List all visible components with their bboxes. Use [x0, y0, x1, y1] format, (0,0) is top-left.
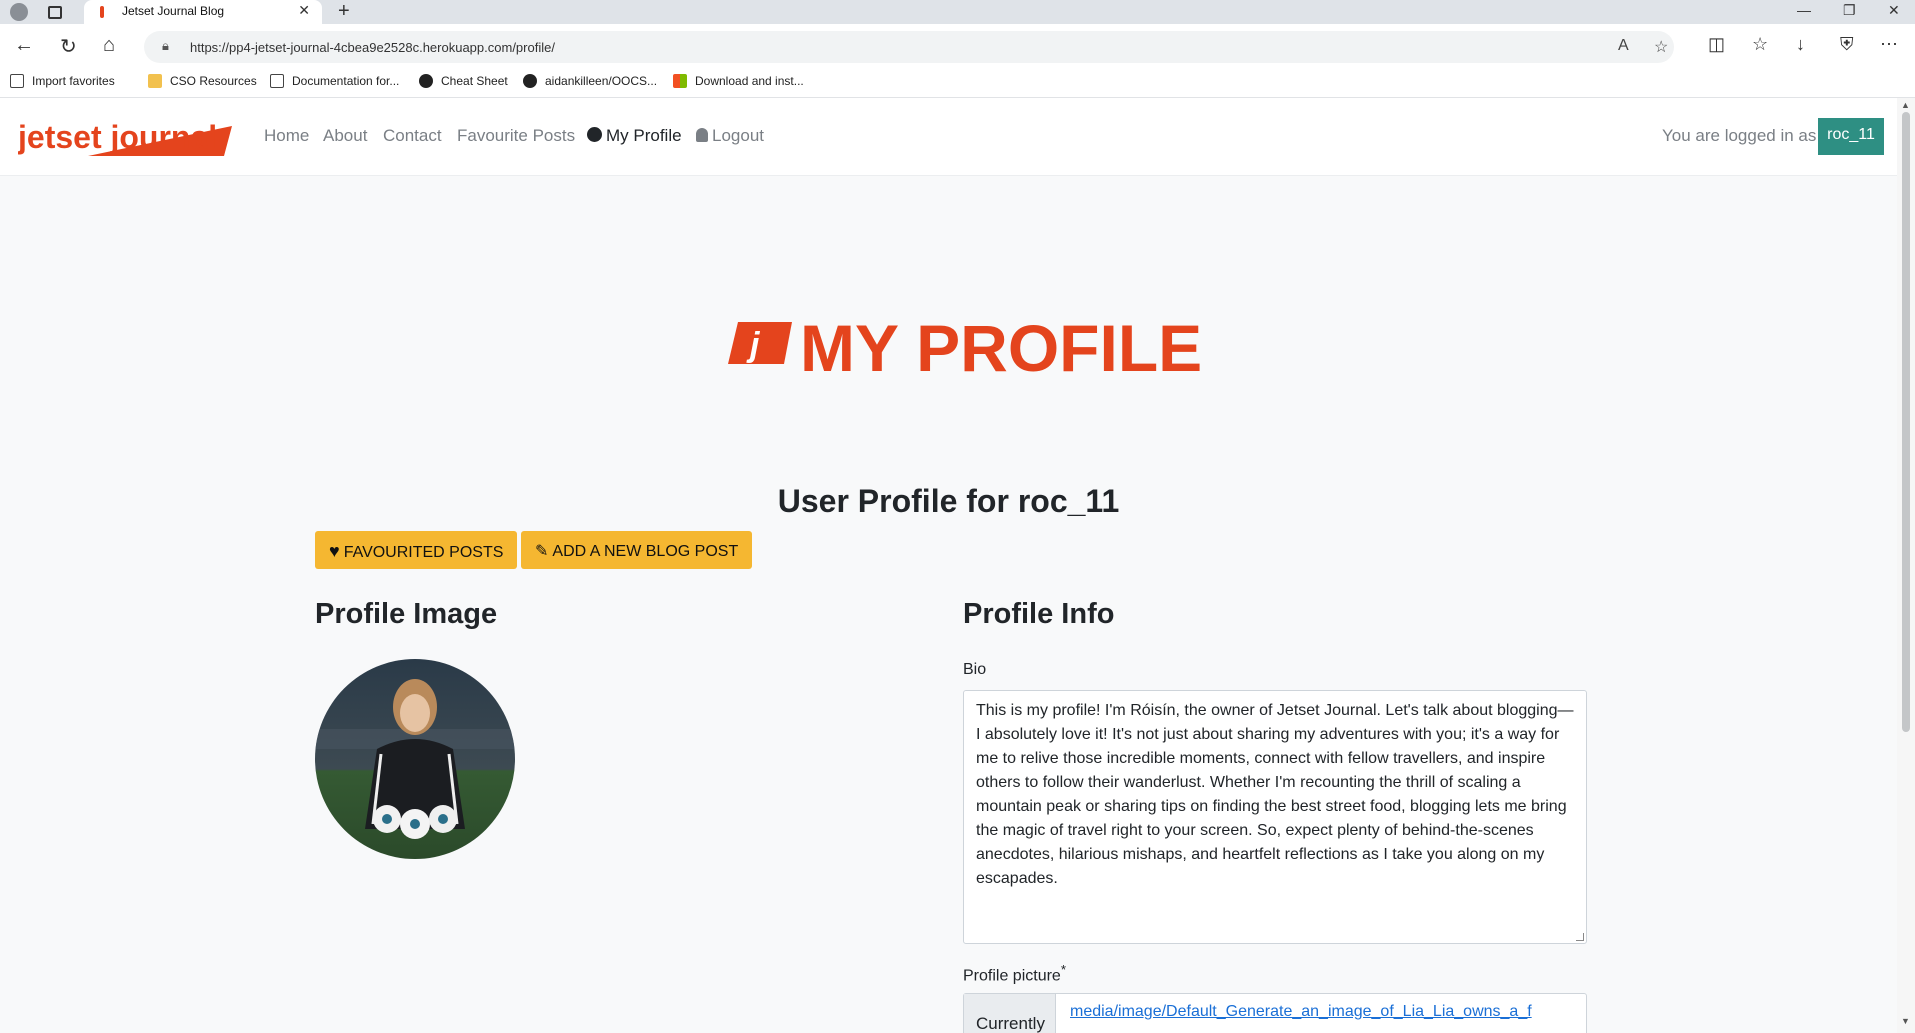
url-text: https://pp4-jetset-journal-4cbea9e2528c.… — [190, 40, 555, 55]
browser-tab-bar: Jetset Journal Blog ✕ + — ❐ ✕ — [0, 0, 1915, 24]
refresh-icon[interactable]: ↻ — [60, 34, 77, 59]
user-circle-icon — [587, 127, 602, 142]
currently-label: Currently — [964, 994, 1056, 1033]
scroll-thumb[interactable] — [1902, 112, 1910, 732]
page-hero: j MY PROFILE — [720, 310, 1202, 386]
browser-tab-active[interactable]: Jetset Journal Blog ✕ — [84, 0, 322, 24]
profile-image-heading: Profile Image — [315, 598, 498, 630]
browser-address-bar: ← ↻ ⌂ 🔒︎ https://pp4-jetset-journal-4cbe… — [0, 24, 1915, 70]
bookmark-cso-resources[interactable]: CSO Resources — [148, 74, 257, 88]
site-navbar: jetset journal Home About Contact Favour… — [0, 98, 1897, 176]
jetset-logo-mark-icon: j — [728, 322, 792, 364]
split-screen-icon[interactable]: ◫ — [1708, 34, 1725, 55]
hero-title: MY PROFILE — [800, 311, 1203, 385]
bookmark-import-favorites[interactable]: Import favorites — [10, 74, 115, 88]
import-icon — [10, 74, 24, 88]
nav-logout-label: Logout — [712, 126, 764, 145]
profile-picture-label-text: Profile picture — [963, 967, 1061, 985]
restore-icon[interactable]: ❐ — [1843, 2, 1856, 19]
bookmark-cheat-sheet[interactable]: Cheat Sheet — [419, 74, 508, 88]
tab-title: Jetset Journal Blog — [122, 4, 225, 18]
favorites-icon[interactable]: ☆ — [1752, 34, 1768, 55]
tab-actions-icon[interactable] — [48, 6, 62, 19]
bookmark-label: Documentation for... — [292, 74, 400, 88]
scroll-down-icon[interactable]: ▼ — [1901, 1016, 1910, 1026]
browser-profile-icon[interactable] — [10, 3, 28, 21]
bookmark-label: Cheat Sheet — [441, 74, 508, 88]
read-aloud-icon[interactable]: A — [1618, 37, 1629, 55]
lock-icon[interactable]: 🔒︎ — [162, 38, 169, 54]
tab-close-icon[interactable]: ✕ — [298, 2, 310, 19]
bookmark-github[interactable]: aidankilleen/OOCS... — [523, 74, 657, 88]
site-favicon-icon — [100, 6, 104, 18]
pencil-icon: ✎ — [535, 543, 549, 560]
nav-contact[interactable]: Contact — [383, 126, 442, 146]
profile-avatar — [315, 659, 515, 859]
minimize-icon[interactable]: — — [1797, 2, 1811, 18]
folder-icon — [148, 74, 162, 88]
profile-heading: User Profile for roc_11 — [777, 483, 1120, 519]
nav-my-profile[interactable]: My Profile — [587, 126, 682, 146]
new-tab-icon[interactable]: + — [338, 0, 350, 23]
scroll-up-icon[interactable]: ▲ — [1901, 100, 1910, 110]
github-icon — [523, 74, 537, 88]
bookmark-download[interactable]: Download and inst... — [673, 74, 804, 88]
downloads-icon[interactable]: ↓ — [1796, 34, 1805, 55]
page-scrollbar[interactable]: ▲ ▼ — [1897, 98, 1915, 1033]
back-icon[interactable]: ← — [14, 34, 34, 57]
username-badge: roc_11 — [1818, 118, 1884, 155]
cheat-sheet-icon — [419, 74, 433, 88]
logo-text: jetset journal — [18, 119, 217, 155]
nav-logout[interactable]: Logout — [696, 126, 764, 146]
profile-picture-label: Profile picture* — [963, 962, 1066, 985]
close-window-icon[interactable]: ✕ — [1888, 2, 1900, 19]
add-blog-post-button[interactable]: ✎ Add a new blog post — [521, 531, 753, 569]
heart-icon: ♥ — [329, 541, 340, 561]
microsoft-icon — [673, 74, 687, 88]
resize-handle-icon[interactable] — [1576, 933, 1584, 941]
profile-picture-field: Currently media/image/Default_Generate_a… — [963, 993, 1587, 1033]
extensions-icon[interactable]: ⛨ — [1840, 34, 1854, 55]
bio-label: Bio — [963, 661, 987, 678]
required-mark: * — [1060, 962, 1067, 977]
bio-textarea[interactable]: This is my profile! I'm Róisín, the owne… — [963, 690, 1587, 944]
bookmark-label: CSO Resources — [170, 74, 257, 88]
nav-home[interactable]: Home — [264, 126, 309, 146]
page-icon — [270, 74, 284, 88]
bio-text: This is my profile! I'm Róisín, the owne… — [976, 702, 1574, 887]
nav-my-profile-label: My Profile — [606, 126, 682, 145]
add-blog-post-label: Add a new blog post — [552, 543, 739, 560]
current-file-link[interactable]: media/image/Default_Generate_an_image_of… — [1070, 1003, 1532, 1021]
bookmark-documentation[interactable]: Documentation for... — [270, 74, 399, 88]
home-icon[interactable]: ⌂ — [103, 34, 115, 57]
favorite-star-icon[interactable]: ☆ — [1654, 37, 1668, 57]
favourited-posts-button[interactable]: ♥ Favourited Posts — [315, 531, 518, 569]
profile-info-heading: Profile Info — [963, 598, 1115, 630]
bookmark-label: Download and inst... — [695, 74, 804, 88]
nav-favourite-posts[interactable]: Favourite Posts — [457, 126, 575, 146]
bookmark-label: Import favorites — [32, 74, 115, 88]
nav-about[interactable]: About — [323, 126, 367, 146]
url-field[interactable]: 🔒︎ https://pp4-jetset-journal-4cbea9e252… — [144, 31, 1674, 63]
favourited-posts-label: Favourited Posts — [343, 544, 504, 561]
bookmark-label: aidankilleen/OOCS... — [545, 74, 658, 88]
user-icon — [696, 128, 708, 142]
bookmarks-bar: Import favorites CSO Resources Documenta… — [0, 70, 1915, 98]
more-menu-icon[interactable]: ⋯ — [1880, 34, 1898, 55]
logged-in-text: You are logged in as — [1662, 126, 1817, 145]
jetset-journal-logo[interactable]: jetset journal — [18, 118, 236, 158]
